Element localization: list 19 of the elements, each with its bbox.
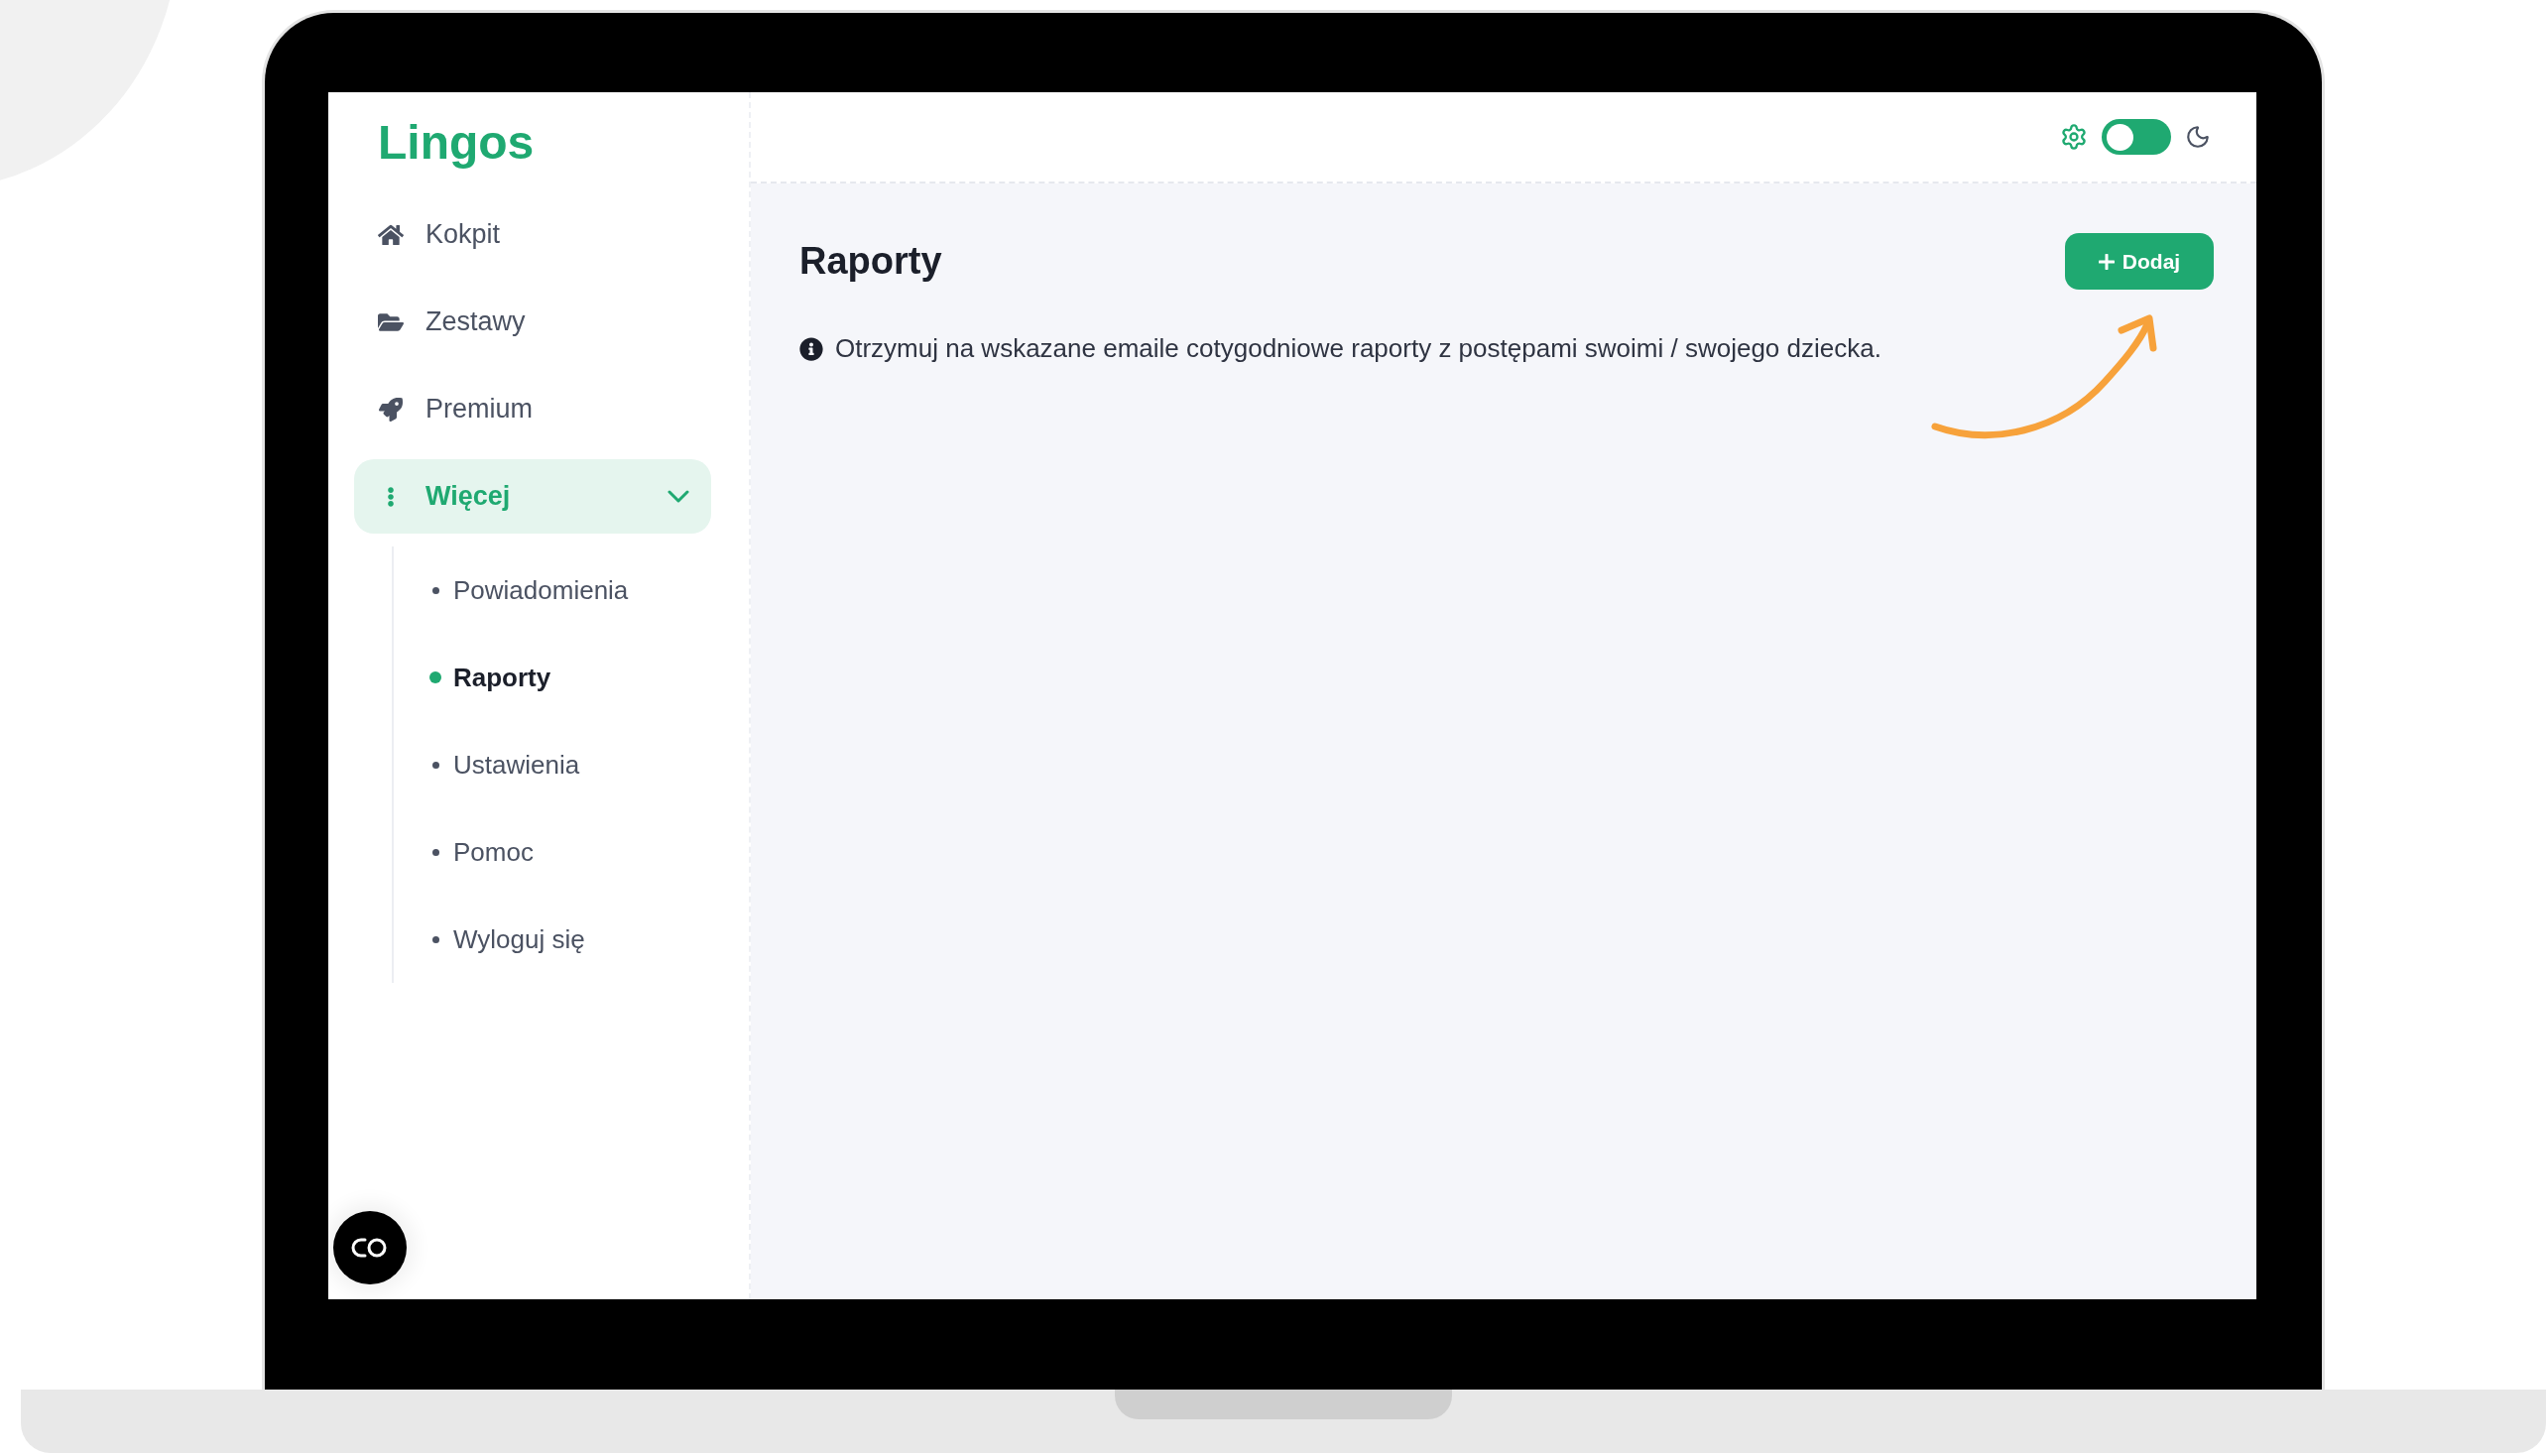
theme-toggle[interactable] bbox=[2102, 119, 2171, 155]
nav-item[interactable]: Premium bbox=[354, 372, 711, 446]
submenu-item[interactable]: Ustawienia bbox=[429, 721, 711, 808]
gear-icon bbox=[2060, 123, 2088, 151]
info-text: Otrzymuj na wskazane emaile cotygodniowe raporty z postępami swoimi / swojego dziecka. bbox=[835, 333, 1881, 364]
rocket-icon bbox=[379, 397, 403, 422]
info-icon bbox=[799, 336, 823, 361]
chevron-icon bbox=[667, 490, 689, 503]
submenu-item[interactable]: Raporty bbox=[429, 634, 711, 721]
page-title: Raporty bbox=[799, 240, 942, 283]
submenu-item[interactable]: Wyloguj się bbox=[429, 896, 711, 983]
nav-item[interactable]: Kokpit bbox=[354, 197, 711, 272]
nav-item[interactable]: Zestawy bbox=[354, 285, 711, 359]
submenu-item[interactable]: Powiadomienia bbox=[429, 546, 711, 634]
submenu-item[interactable]: Pomoc bbox=[429, 808, 711, 896]
moon-icon bbox=[2185, 124, 2211, 150]
logo: Lingos bbox=[377, 115, 535, 171]
link-icon bbox=[351, 1237, 389, 1259]
plus-icon bbox=[2098, 253, 2115, 270]
